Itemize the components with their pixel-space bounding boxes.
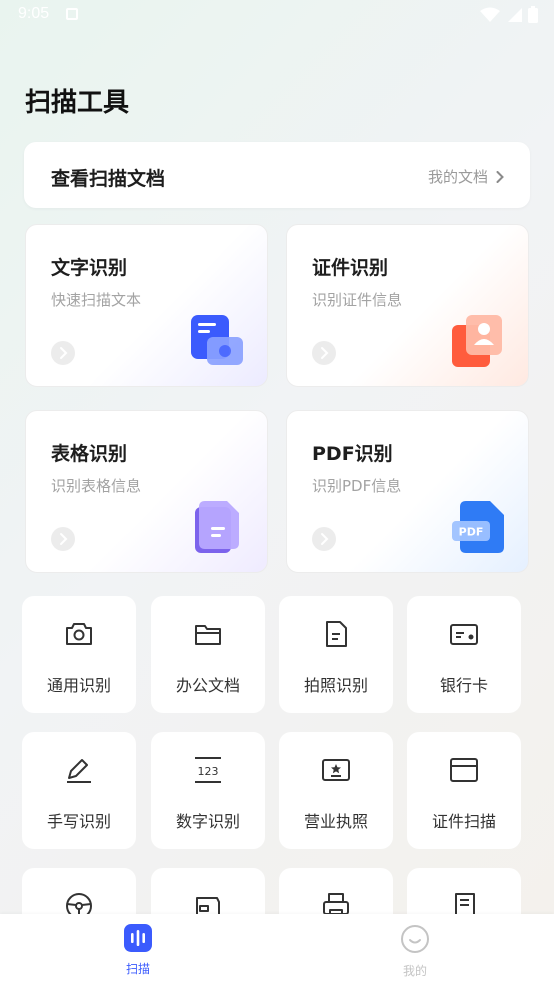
page-title: 扫描工具 <box>25 88 130 118</box>
tool-label: 手写识别 <box>46 812 111 831</box>
scanned-documents-card[interactable]: 查看扫描文档 我的文档 <box>24 142 530 208</box>
chevron-right-icon <box>496 170 504 183</box>
profile-icon <box>401 925 429 953</box>
signal-icon <box>508 7 522 22</box>
table-recognition-icon <box>195 501 239 553</box>
document-icon <box>326 621 347 647</box>
camera-icon <box>66 623 92 645</box>
scan-icon <box>124 924 152 952</box>
tool-number-recognition[interactable]: 123 数字识别 <box>151 732 265 849</box>
battery-icon <box>528 6 538 23</box>
scanned-documents-title: 查看扫描文档 <box>51 168 166 190</box>
feature-card-text-recognition[interactable]: 文字识别 快速扫描文本 <box>25 224 268 387</box>
wallet-card-icon <box>450 758 478 782</box>
feature-card-table-recognition[interactable]: 表格识别 识别表格信息 <box>25 410 268 573</box>
license-icon <box>322 759 350 781</box>
nav-label: 我的 <box>402 964 427 978</box>
tool-label: 银行卡 <box>439 676 488 695</box>
nav-tab-mine[interactable]: 我的 <box>385 924 445 979</box>
feature-subtitle: 识别证件信息 <box>312 291 403 309</box>
bottom-nav: 扫描 我的 <box>0 914 554 984</box>
tool-office-docs[interactable]: 办公文档 <box>151 596 265 713</box>
go-arrow-icon[interactable] <box>312 341 336 365</box>
pdf-badge: PDF <box>459 526 484 539</box>
go-arrow-icon[interactable] <box>51 341 75 365</box>
pdf-recognition-icon: PDF <box>452 501 504 553</box>
tool-label: 通用识别 <box>46 676 111 695</box>
tool-label: 办公文档 <box>175 676 240 695</box>
my-documents-link[interactable]: 我的文档 <box>428 166 504 187</box>
tool-handwriting[interactable]: 手写识别 <box>22 732 136 849</box>
feature-subtitle: 识别表格信息 <box>51 477 142 495</box>
tool-id-scan[interactable]: 证件扫描 <box>407 732 521 849</box>
feature-card-id-recognition[interactable]: 证件识别 识别证件信息 <box>286 224 529 387</box>
go-arrow-icon[interactable] <box>312 527 336 551</box>
tool-bank-card[interactable]: 银行卡 <box>407 596 521 713</box>
text-recognition-icon <box>191 315 243 365</box>
notification-icon <box>66 8 78 20</box>
feature-title: 表格识别 <box>51 443 128 465</box>
pen-icon <box>67 759 91 783</box>
tool-business-license[interactable]: 营业执照 <box>279 732 393 849</box>
feature-title: PDF识别 <box>312 443 393 465</box>
go-arrow-icon[interactable] <box>51 527 75 551</box>
feature-card-pdf-recognition[interactable]: PDF识别 识别PDF信息 PDF <box>286 410 529 573</box>
wifi-icon <box>480 7 500 22</box>
status-time: 9:05 <box>18 5 50 22</box>
tool-label: 证件扫描 <box>431 812 496 831</box>
tool-label: 拍照识别 <box>303 676 368 695</box>
folder-icon <box>195 625 221 645</box>
status-icons <box>480 6 538 23</box>
nav-label: 扫描 <box>125 962 150 976</box>
my-documents-label: 我的文档 <box>427 168 488 186</box>
id-card-recognition-icon <box>452 315 502 367</box>
number-icon: 123 <box>195 757 221 783</box>
bank-card-icon <box>450 624 478 645</box>
feature-subtitle: 快速扫描文本 <box>51 291 142 309</box>
tool-label: 营业执照 <box>303 812 368 831</box>
tool-label: 数字识别 <box>175 812 240 831</box>
tool-photo-recognition[interactable]: 拍照识别 <box>279 596 393 713</box>
number-glyph: 123 <box>198 765 219 778</box>
tool-general-recognition[interactable]: 通用识别 <box>22 596 136 713</box>
feature-subtitle: 识别PDF信息 <box>312 477 402 495</box>
nav-tab-scan[interactable]: 扫描 <box>108 924 168 977</box>
status-bar: 9:05 <box>0 0 554 30</box>
feature-title: 证件识别 <box>312 257 389 279</box>
feature-title: 文字识别 <box>51 257 128 279</box>
